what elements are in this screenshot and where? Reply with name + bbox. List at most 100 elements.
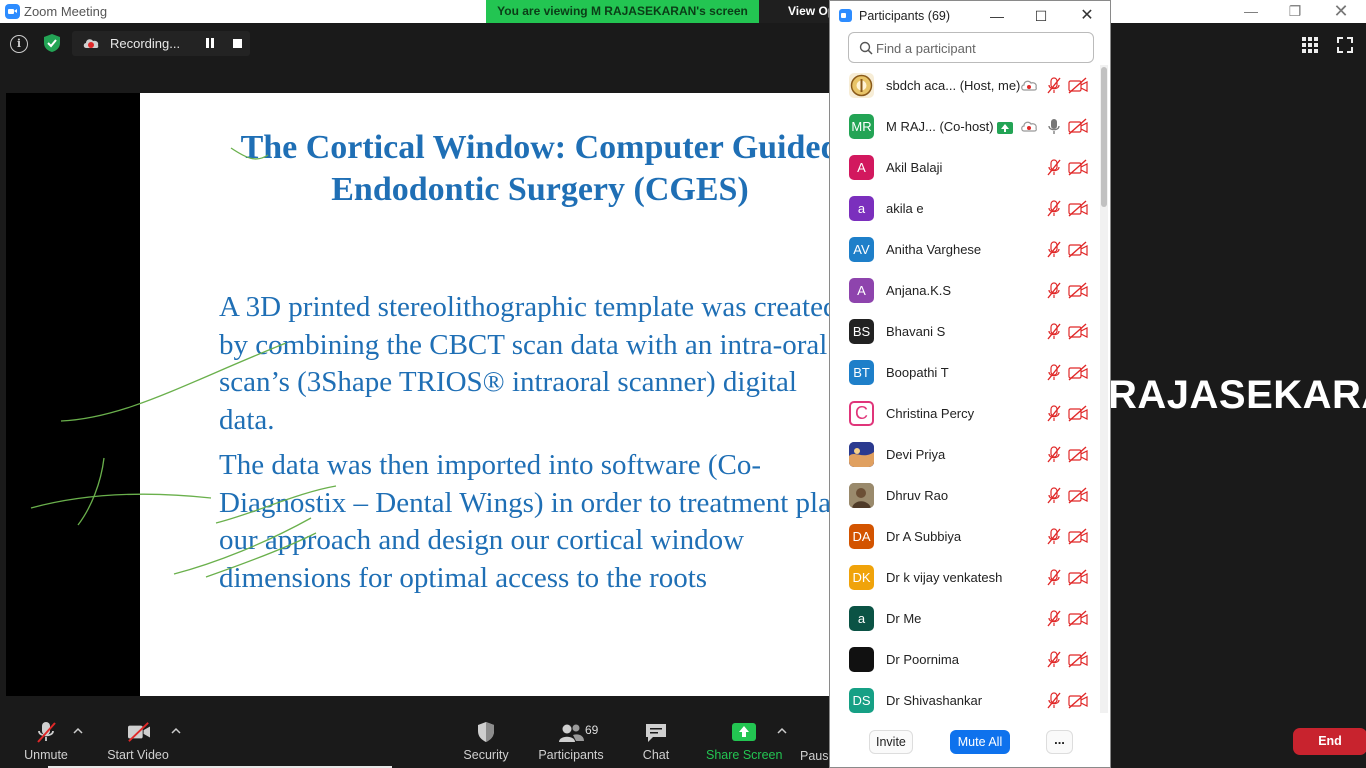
participant-row[interactable]: DA Dr A Subbiya: [830, 516, 1100, 557]
participant-name-text: Dr Poornima: [886, 652, 959, 667]
participant-name: Akil Balaji: [886, 160, 942, 175]
participant-name: Devi Priya: [886, 447, 945, 462]
video-camera-off-icon[interactable]: [1068, 692, 1088, 709]
participant-row[interactable]: MR M RAJ... (Co-host): [830, 106, 1100, 147]
slide-paragraph-2: The data was then imported into software…: [219, 447, 836, 597]
video-camera-off-icon[interactable]: [1068, 487, 1088, 504]
participant-row[interactable]: Devi Priya: [830, 434, 1100, 475]
audio-options-chevron-icon[interactable]: [73, 727, 83, 735]
participant-row[interactable]: DK Dr k vijay venkatesh: [830, 557, 1100, 598]
pause-recording-icon[interactable]: [206, 38, 215, 48]
video-camera-off-icon[interactable]: [1068, 610, 1088, 627]
participants-panel-header: Participants (69) — ☐ ✕: [830, 1, 1110, 31]
avatar: C: [849, 401, 874, 426]
close-icon[interactable]: ✕: [1326, 1, 1356, 21]
participant-row[interactable]: C Christina Percy: [830, 393, 1100, 434]
microphone-muted-icon[interactable]: [1045, 200, 1063, 217]
participant-row[interactable]: sbdch aca... (Host, me): [830, 65, 1100, 106]
participant-name: Dr A Subbiya: [886, 529, 961, 544]
participant-name: Dhruv Rao: [886, 488, 948, 503]
video-camera-off-icon[interactable]: [1068, 651, 1088, 668]
security-button[interactable]: Security: [460, 720, 512, 766]
video-options-chevron-icon[interactable]: [171, 727, 181, 735]
microphone-muted-icon[interactable]: [1045, 487, 1063, 504]
microphone-muted-icon[interactable]: [1045, 364, 1063, 381]
presentation-slide: The Cortical Window: Computer Guided End…: [140, 93, 836, 696]
fullscreen-icon[interactable]: [1337, 37, 1353, 53]
slide-text-line: scan’s (3Shape TRIOS® intraoral scanner)…: [219, 366, 797, 398]
mute-all-button[interactable]: Mute All: [950, 730, 1010, 754]
video-camera-off-icon[interactable]: [1068, 241, 1088, 258]
scrollbar-thumb[interactable]: [1101, 67, 1107, 207]
participant-row[interactable]: BT Boopathi T: [830, 352, 1100, 393]
participant-row[interactable]: Dr Poornima: [830, 639, 1100, 680]
meeting-toolbar: Unmute Start Video Security Participants…: [0, 712, 829, 768]
more-options-button[interactable]: ...: [1046, 730, 1073, 754]
participant-row[interactable]: a akila e: [830, 188, 1100, 229]
participant-name: akila e: [886, 201, 924, 216]
microphone-muted-icon[interactable]: [1045, 651, 1063, 668]
restore-icon[interactable]: ❐: [1280, 1, 1310, 21]
participant-search-input[interactable]: [876, 39, 1086, 57]
microphone-muted-icon[interactable]: [1045, 692, 1063, 709]
shared-screen: The Cortical Window: Computer Guided End…: [6, 93, 836, 696]
view-options-button[interactable]: View Options: [759, 0, 831, 23]
video-camera-off-icon[interactable]: [1068, 159, 1088, 176]
end-meeting-button[interactable]: End: [1293, 728, 1366, 755]
chat-button[interactable]: Chat: [633, 720, 679, 766]
encryption-shield-icon[interactable]: [42, 33, 62, 53]
microphone-muted-icon[interactable]: [1045, 405, 1063, 422]
unmute-button[interactable]: Unmute: [22, 720, 70, 766]
video-camera-off-icon[interactable]: [1068, 528, 1088, 545]
participant-row[interactable]: Dhruv Rao: [830, 475, 1100, 516]
video-camera-off-icon[interactable]: [1068, 405, 1088, 422]
slide-title: The Cortical Window: Computer Guided End…: [140, 127, 836, 211]
microphone-muted-icon[interactable]: [1045, 323, 1063, 340]
participants-icon: [559, 724, 584, 742]
video-camera-off-icon[interactable]: [1068, 77, 1088, 94]
share-options-chevron-icon[interactable]: [777, 727, 787, 735]
meeting-info-icon[interactable]: i: [10, 35, 28, 53]
video-camera-off-icon[interactable]: [1068, 446, 1088, 463]
video-camera-off-icon[interactable]: [1068, 569, 1088, 586]
participant-name-text: Dr k vijay venkatesh: [886, 570, 1003, 585]
participant-row[interactable]: A Akil Balaji: [830, 147, 1100, 188]
microphone-muted-icon[interactable]: [1045, 528, 1063, 545]
avatar: [849, 647, 874, 672]
participant-row[interactable]: BS Bhavani S: [830, 311, 1100, 352]
microphone-muted-icon[interactable]: [1045, 610, 1063, 627]
panel-close-icon[interactable]: ✕: [1077, 7, 1097, 25]
microphone-icon[interactable]: [1045, 118, 1063, 135]
participant-name-text: akila e: [886, 201, 924, 216]
participants-scrollbar[interactable]: [1100, 65, 1108, 713]
slide-text-line: data.: [219, 403, 275, 436]
participant-name-text: Dr Me: [886, 611, 922, 626]
video-camera-off-icon[interactable]: [1068, 364, 1088, 381]
microphone-muted-icon[interactable]: [1045, 569, 1063, 586]
participant-search-box[interactable]: [848, 32, 1094, 63]
video-camera-off-icon[interactable]: [1068, 282, 1088, 299]
video-camera-off-icon[interactable]: [1068, 118, 1088, 135]
participant-row[interactable]: AV Anitha Varghese: [830, 229, 1100, 270]
pause-share-button[interactable]: Pause Share: [800, 749, 829, 763]
gallery-view-icon[interactable]: [1302, 37, 1318, 53]
start-video-button[interactable]: Start Video: [106, 720, 170, 766]
video-camera-off-icon[interactable]: [1068, 200, 1088, 217]
avatar: DK: [849, 565, 874, 590]
participants-title: Participants (69): [859, 9, 951, 23]
microphone-muted-icon[interactable]: [1045, 77, 1063, 94]
microphone-muted-icon[interactable]: [1045, 282, 1063, 299]
panel-minimize-icon[interactable]: —: [987, 7, 1007, 25]
video-camera-off-icon[interactable]: [1068, 323, 1088, 340]
participant-row[interactable]: DS Dr Shivashankar: [830, 680, 1100, 713]
participant-row[interactable]: a Dr Me: [830, 598, 1100, 639]
participant-row[interactable]: A Anjana.K.S: [830, 270, 1100, 311]
microphone-muted-icon[interactable]: [1045, 446, 1063, 463]
share-screen-button[interactable]: Share Screen: [706, 720, 782, 766]
minimize-icon[interactable]: —: [1236, 1, 1266, 21]
panel-maximize-icon[interactable]: ☐: [1031, 7, 1051, 25]
invite-button[interactable]: Invite: [869, 730, 913, 754]
microphone-muted-icon[interactable]: [1045, 159, 1063, 176]
microphone-muted-icon[interactable]: [1045, 241, 1063, 258]
stop-recording-icon[interactable]: [233, 39, 242, 48]
